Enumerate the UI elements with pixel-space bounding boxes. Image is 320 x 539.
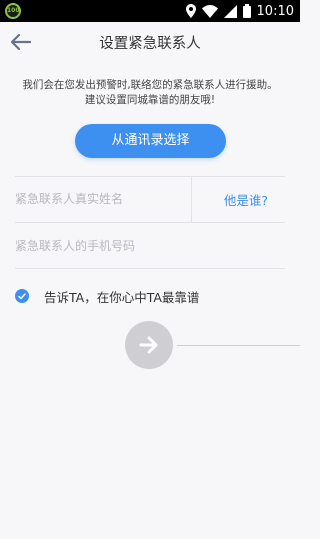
battery-icon [242,4,251,18]
intro-text: 我们会在您发出预警时,联络您的紧急联系人进行援助。建议设置同城靠谱的朋友哦! [22,79,278,106]
app-notification-icon: 100 [5,3,21,19]
check-icon [18,292,26,299]
notify-checkbox-label: 告诉TA，在你心中TA最靠谱 [44,289,200,305]
notify-checkbox[interactable] [15,289,29,303]
divider [15,268,285,269]
wifi-icon [201,4,218,18]
divider [15,222,285,223]
contact-name-input[interactable] [15,188,185,210]
name-row: 他是谁? [0,176,300,222]
page-title: 设置紧急联系人 [99,36,201,52]
status-left: 100 [5,3,21,19]
who-is-he-link[interactable]: 他是谁? [192,190,300,209]
status-bar: 100 10:10 [0,0,300,22]
select-from-contacts-button[interactable]: 从通讯录选择 [75,124,226,158]
nav-bar: 设置紧急联系人 [0,22,300,62]
location-icon [185,4,196,18]
status-time: 10:10 [256,3,294,19]
signal-icon [223,4,237,18]
contact-phone-input[interactable] [15,235,275,257]
next-button[interactable] [125,321,173,369]
notify-checkbox-row: 告诉TA，在你心中TA最靠谱 [15,286,199,306]
status-right: 10:10 [185,2,294,20]
progress-line [177,345,300,346]
arrow-right-icon [139,336,158,354]
